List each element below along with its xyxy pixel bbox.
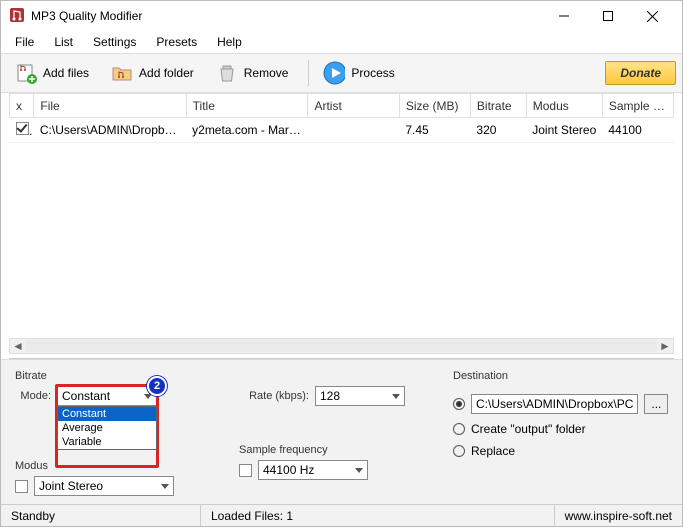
menu-settings[interactable]: Settings <box>85 33 144 51</box>
browse-button[interactable]: ... <box>644 394 668 414</box>
menu-list[interactable]: List <box>46 33 81 51</box>
add-files-icon <box>15 62 37 84</box>
cell-sample: 44100 <box>602 118 673 143</box>
rate-select[interactable]: 128 <box>315 386 405 406</box>
add-files-button[interactable]: Add files <box>7 58 97 88</box>
close-button[interactable] <box>630 2 674 30</box>
col-modus[interactable]: Modus <box>526 94 602 118</box>
menu-presets[interactable]: Presets <box>148 33 205 51</box>
menu-help[interactable]: Help <box>209 33 250 51</box>
horizontal-scrollbar[interactable]: ◄ ► <box>9 338 674 354</box>
table-row[interactable]: C:\Users\ADMIN\Dropbox... y2meta.com - M… <box>10 118 674 143</box>
col-file[interactable]: File <box>34 94 186 118</box>
mode-dropdown: Constant Average Variable <box>57 406 157 450</box>
modus-checkbox[interactable] <box>15 480 28 493</box>
maximize-button[interactable] <box>586 2 630 30</box>
file-table: x File Title Artist Size (MB) Bitrate Mo… <box>9 93 674 359</box>
scroll-left-icon[interactable]: ◄ <box>10 339 26 353</box>
remove-label: Remove <box>244 66 289 80</box>
row-checkbox[interactable] <box>10 118 34 143</box>
cell-file: C:\Users\ADMIN\Dropbox... <box>34 118 186 143</box>
destination-group: Destination C:\Users\ADMIN\Dropbox\PC ..… <box>453 370 668 496</box>
modus-select[interactable]: Joint Stereo <box>34 476 174 496</box>
modus-group: Modus Joint Stereo <box>15 460 225 496</box>
sample-checkbox[interactable] <box>239 464 252 477</box>
menubar: File List Settings Presets Help <box>1 31 682 53</box>
col-size[interactable]: Size (MB) <box>399 94 470 118</box>
rate-label: Rate (kbps): <box>239 390 309 402</box>
status-url[interactable]: www.inspire-soft.net <box>555 505 682 526</box>
app-icon <box>9 7 25 26</box>
step-badge: 2 <box>147 376 167 396</box>
rate-group: Rate (kbps): 128 <box>239 386 439 406</box>
dest-replace-label: Replace <box>471 444 515 458</box>
dest-path-radio[interactable] <box>453 398 465 410</box>
cell-bitrate: 320 <box>470 118 526 143</box>
mode-label: Mode: <box>15 390 51 402</box>
bitrate-title: Bitrate <box>15 370 225 382</box>
cell-title: y2meta.com - Maroo... <box>186 118 308 143</box>
add-folder-icon <box>111 62 133 84</box>
toolbar-separator <box>308 60 309 86</box>
add-folder-label: Add folder <box>139 66 194 80</box>
sample-select[interactable]: 44100 Hz <box>258 460 368 480</box>
cell-modus: Joint Stereo <box>526 118 602 143</box>
status-loaded: Loaded Files: 1 <box>201 505 555 526</box>
toolbar: Add files Add folder Remove Process Dona… <box>1 53 682 93</box>
dest-output-label: Create "output" folder <box>471 422 586 436</box>
dest-replace-radio[interactable] <box>453 445 465 457</box>
col-title[interactable]: Title <box>186 94 308 118</box>
sample-group: Sample frequency 44100 Hz <box>239 444 439 480</box>
col-sample[interactable]: Sample fr... <box>602 94 673 118</box>
dest-path-input[interactable]: C:\Users\ADMIN\Dropbox\PC <box>471 394 638 414</box>
modus-title: Modus <box>15 460 225 472</box>
process-button[interactable]: Process <box>315 58 402 88</box>
col-artist[interactable]: Artist <box>308 94 399 118</box>
menu-file[interactable]: File <box>7 33 42 51</box>
remove-icon <box>216 62 238 84</box>
status-standby: Standby <box>1 505 201 526</box>
statusbar: Standby Loaded Files: 1 www.inspire-soft… <box>1 504 682 526</box>
settings-panel: Bitrate Mode: Constant Constant Average … <box>1 359 682 504</box>
sample-title: Sample frequency <box>239 444 439 456</box>
bitrate-group: Bitrate Mode: Constant Constant Average … <box>15 370 225 406</box>
mode-option-variable[interactable]: Variable <box>58 435 156 449</box>
titlebar: MP3 Quality Modifier <box>1 1 682 31</box>
col-bitrate[interactable]: Bitrate <box>470 94 526 118</box>
destination-title: Destination <box>453 370 668 382</box>
mode-select[interactable]: Constant <box>57 386 157 406</box>
cell-size: 7.45 <box>399 118 470 143</box>
cell-artist <box>308 118 399 143</box>
mode-option-constant[interactable]: Constant <box>58 407 156 421</box>
donate-button[interactable]: Donate <box>605 61 676 85</box>
col-check[interactable]: x <box>10 94 34 118</box>
process-icon <box>323 62 345 84</box>
add-folder-button[interactable]: Add folder <box>103 58 202 88</box>
minimize-button[interactable] <box>542 2 586 30</box>
remove-button[interactable]: Remove <box>208 58 297 88</box>
scroll-right-icon[interactable]: ► <box>657 339 673 353</box>
add-files-label: Add files <box>43 66 89 80</box>
dest-output-radio[interactable] <box>453 423 465 435</box>
window-title: MP3 Quality Modifier <box>31 9 542 23</box>
process-label: Process <box>351 66 394 80</box>
mode-option-average[interactable]: Average <box>58 421 156 435</box>
